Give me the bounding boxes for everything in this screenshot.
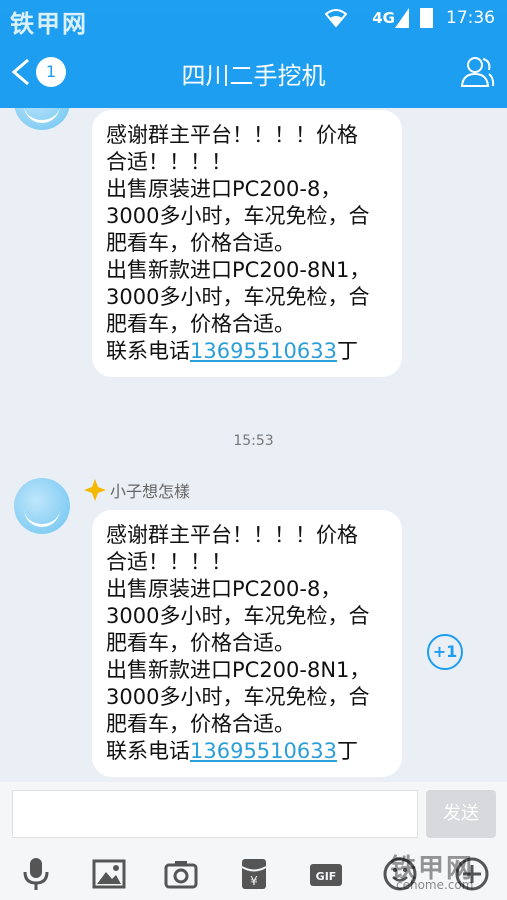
microphone-icon[interactable] — [18, 856, 54, 892]
message-line: 出售原装进口PC200-8， — [106, 177, 342, 201]
battery-icon — [420, 8, 433, 28]
message-line: 肥看车，价格合适。 — [106, 312, 295, 336]
contact-prefix: 联系电话 — [106, 339, 190, 363]
contact-suffix: 丁 — [336, 339, 358, 363]
send-button[interactable]: 发送 — [426, 790, 496, 838]
gif-icon[interactable]: GIF — [308, 856, 344, 892]
message-line: 感谢群主平台！！！！价格 — [106, 123, 358, 147]
message-list[interactable]: 感谢群主平台！！！！价格 合适！！！！ 出售原装进口PC200-8， 3000多… — [0, 108, 507, 782]
message-line: 感谢群主平台！！！！价格 — [106, 523, 358, 547]
message-line: 3000多小时，车况免检，合 — [106, 204, 370, 228]
status-time: 17:36 — [446, 8, 495, 28]
sender-avatar[interactable] — [14, 108, 70, 130]
svg-text:¥: ¥ — [250, 874, 258, 888]
image-icon[interactable] — [91, 856, 127, 892]
message-line: 3000多小时，车况免检，合 — [106, 604, 370, 628]
network-type: 4G — [372, 9, 395, 27]
wifi-icon — [325, 9, 347, 27]
watermark-brand: 铁甲网 — [10, 10, 88, 38]
status-bar: 铁甲网 cehome.com 4G 17:36 — [0, 0, 507, 50]
message-line: 肥看车，价格合适。 — [106, 631, 295, 655]
message-line: 3000多小时，车况免检，合 — [106, 285, 370, 309]
page-title: 四川二手挖机 — [181, 62, 326, 90]
message-line: 出售新款进口PC200-8N1， — [106, 258, 371, 282]
message-bubble[interactable]: 感谢群主平台！！！！价格 合适！！！！ 出售原装进口PC200-8， 3000多… — [92, 510, 402, 777]
phone-link[interactable]: 13695510633 — [190, 739, 337, 763]
group-members-icon[interactable] — [459, 54, 495, 90]
contact-suffix: 丁 — [336, 739, 358, 763]
message-timestamp: 15:53 — [233, 433, 274, 449]
sender-name[interactable]: 小子想怎樣 — [110, 482, 190, 501]
camera-icon[interactable] — [163, 856, 199, 892]
red-packet-icon[interactable]: ¥ — [236, 856, 272, 892]
watermark-site: cehome.com — [396, 878, 474, 892]
message-input[interactable] — [12, 790, 418, 838]
plus-one-button[interactable]: +1 — [427, 634, 463, 670]
phone-link[interactable]: 13695510633 — [190, 339, 337, 363]
contact-line: 联系电话13695510633丁 — [106, 738, 388, 765]
message-line: 合适！！！！ — [106, 150, 232, 174]
message-line: 肥看车，价格合适。 — [106, 712, 295, 736]
message-line: 出售原装进口PC200-8， — [106, 577, 342, 601]
message-bubble[interactable]: 感谢群主平台！！！！价格 合适！！！！ 出售原装进口PC200-8， 3000多… — [92, 110, 402, 377]
message-line: 合适！！！！ — [106, 550, 232, 574]
rank-star-icon — [84, 479, 106, 501]
message-line: 3000多小时，车况免检，合 — [106, 685, 370, 709]
svg-text:GIF: GIF — [316, 870, 337, 883]
message-line: 出售新款进口PC200-8N1， — [106, 658, 371, 682]
signal-icon — [395, 8, 409, 28]
watermark-bottom: 铁甲网 cehome.com — [390, 848, 474, 892]
message-line: 肥看车，价格合适。 — [106, 231, 295, 255]
sender-avatar[interactable] — [14, 478, 70, 534]
contact-line: 联系电话13695510633丁 — [106, 338, 388, 365]
contact-prefix: 联系电话 — [106, 739, 190, 763]
sender-name-row: 小子想怎樣 — [84, 478, 190, 502]
chat-header: 1 四川二手挖机 — [0, 36, 507, 108]
watermark-top: 铁甲网 cehome.com — [10, 4, 88, 50]
